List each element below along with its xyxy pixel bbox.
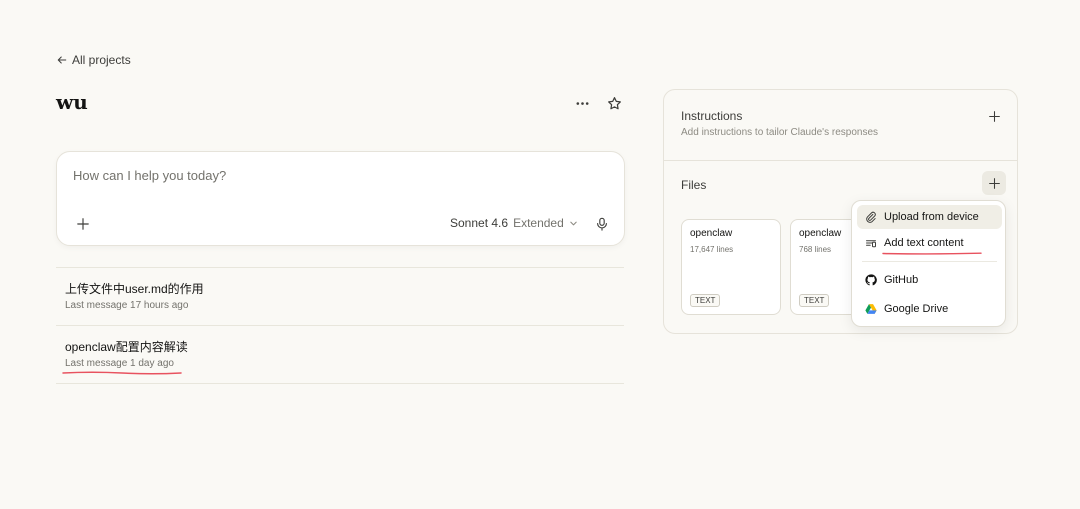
conversation-title: openclaw配置内容解读 [65, 340, 188, 354]
add-content-menu: Upload from device Add text content GitH… [851, 200, 1006, 327]
file-line-count: 768 lines [799, 245, 832, 254]
menu-item-google-drive[interactable]: Google Drive [857, 297, 1002, 321]
github-icon [865, 274, 877, 286]
add-files-button[interactable] [982, 171, 1006, 195]
more-horizontal-icon [576, 101, 588, 105]
file-type-badge: TEXT [799, 294, 830, 307]
back-link-label: All projects [72, 53, 131, 67]
menu-item-upload-from-device[interactable]: Upload from device [857, 205, 1002, 229]
chevron-down-icon [570, 221, 577, 225]
chat-composer: Sonnet 4.6 Extended [56, 151, 625, 246]
menu-item-github[interactable]: GitHub [857, 268, 1002, 292]
menu-item-label: GitHub [884, 274, 919, 286]
file-card[interactable]: openclaw 17,647 lines TEXT [681, 219, 781, 315]
more-options-button[interactable] [572, 93, 592, 113]
back-to-projects-link[interactable]: All projects [56, 53, 131, 67]
instructions-section: Instructions Add instructions to tailor … [664, 90, 1017, 161]
file-name: openclaw [799, 228, 842, 239]
menu-item-label: Add text content [884, 237, 964, 249]
project-title: wu [56, 90, 88, 114]
annotation-underline [62, 371, 182, 375]
plus-icon [988, 177, 1000, 189]
plus-icon [988, 110, 1000, 122]
conversation-item[interactable]: openclaw配置内容解读 Last message 1 day ago [56, 326, 624, 384]
google-drive-icon [865, 304, 877, 314]
project-page: All projects wu Sonnet 4.6 Extended [0, 0, 1080, 509]
model-name: Sonnet 4.6 [450, 216, 509, 230]
instructions-heading: Instructions [681, 109, 743, 123]
composer-add-button[interactable] [73, 214, 93, 234]
conversation-meta: Last message 17 hours ago [65, 300, 189, 311]
model-selector[interactable]: Sonnet 4.6 Extended [450, 216, 578, 230]
file-type-badge: TEXT [690, 294, 721, 307]
add-instructions-button[interactable] [982, 104, 1006, 128]
star-icon [607, 96, 621, 109]
menu-divider [862, 261, 997, 262]
star-button[interactable] [604, 93, 624, 113]
files-heading: Files [681, 178, 707, 192]
file-name: openclaw [690, 228, 733, 239]
voice-input-button[interactable] [592, 214, 612, 234]
model-mode: Extended [513, 216, 564, 230]
menu-item-label: Upload from device [884, 211, 979, 223]
plus-icon [77, 218, 89, 230]
text-content-icon [866, 240, 876, 248]
conversation-meta: Last message 1 day ago [65, 358, 174, 369]
annotation-underline [882, 252, 982, 255]
conversation-item[interactable]: 上传文件中user.md的作用 Last message 17 hours ag… [56, 268, 624, 326]
conversation-list: 上传文件中user.md的作用 Last message 17 hours ag… [56, 267, 624, 384]
instructions-subtitle: Add instructions to tailor Claude's resp… [681, 127, 879, 138]
conversation-title: 上传文件中user.md的作用 [65, 282, 204, 296]
chat-input[interactable] [73, 168, 593, 183]
paperclip-icon [866, 211, 876, 223]
file-line-count: 17,647 lines [690, 245, 734, 254]
microphone-icon [597, 217, 607, 231]
arrow-left-icon [57, 56, 67, 64]
project-actions [572, 93, 624, 113]
menu-item-label: Google Drive [884, 303, 949, 315]
